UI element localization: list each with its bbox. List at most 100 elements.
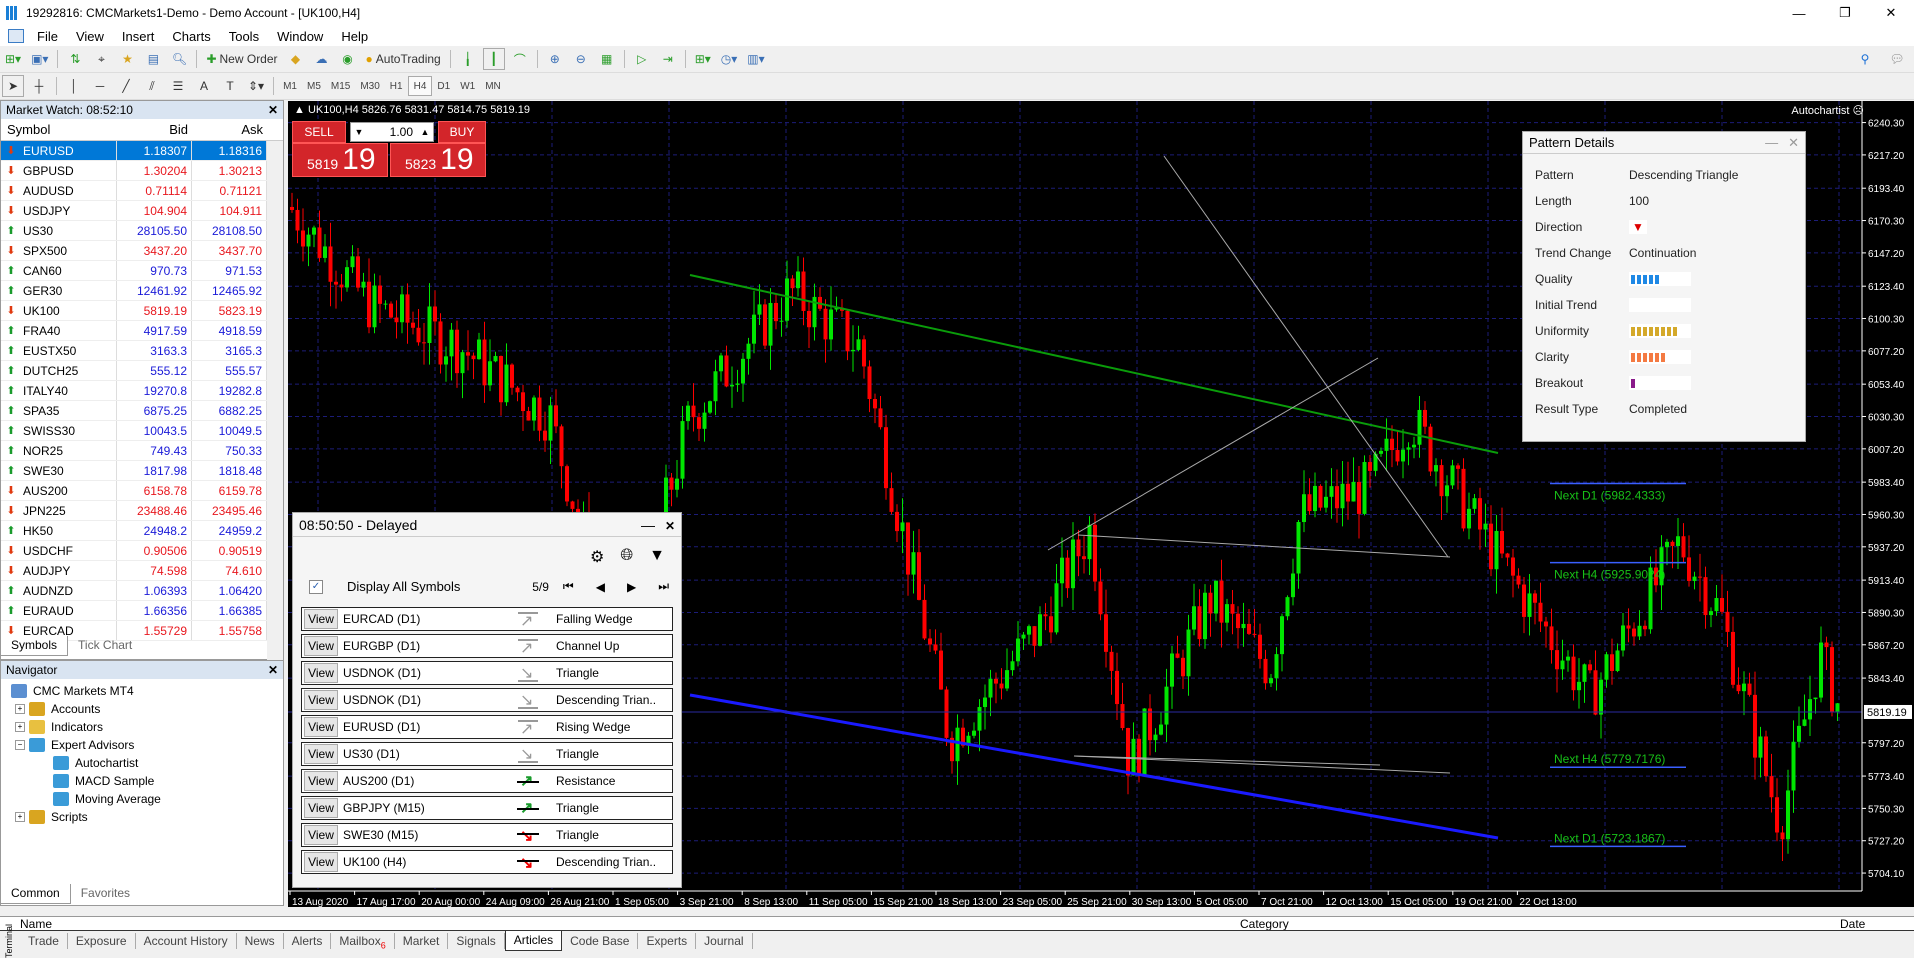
profiles-icon[interactable]: ▣▾ [28,48,51,70]
pattern-row[interactable]: View USDNOK (D1) ↘ Descending Trian.. [301,688,673,712]
expand-icon[interactable]: + [15,812,25,822]
lot-increase-icon[interactable]: ▲ [417,127,433,137]
sell-button[interactable]: SELL [292,121,346,143]
restore-button[interactable]: ❐ [1822,0,1868,26]
navigator-item[interactable]: MACD Sample [1,772,283,790]
horizontal-line-icon[interactable]: ─ [89,75,111,97]
market-watch-row[interactable]: ⬇ USDCHF 0.90506 0.90519 [1,541,283,561]
expand-icon[interactable]: + [15,704,25,714]
market-watch-row[interactable]: ⬆ US30 28105.50 28108.50 [1,221,283,241]
market-watch-row[interactable]: ⬇ EURUSD 1.18307 1.18316 [1,141,283,161]
search-icon[interactable]: ⚲ [1854,48,1876,70]
auto-scroll-icon[interactable]: ▷ [631,48,653,70]
market-watch-row[interactable]: ⬇ AUDJPY 74.598 74.610 [1,561,283,581]
chart-shift-icon[interactable]: ⇥ [657,48,679,70]
crosshair-icon[interactable]: ┼ [28,75,50,97]
filter-icon[interactable]: ▼ [649,547,665,567]
market-watch-row[interactable]: ⬇ SPX500 3437.20 3437.70 [1,241,283,261]
buy-button[interactable]: BUY [438,121,486,143]
terminal-tab-articles[interactable]: Articles [504,930,563,951]
fibonacci-icon[interactable]: ☰ [167,75,189,97]
expand-icon[interactable]: − [15,740,25,750]
market-watch-row[interactable]: ⬆ SWISS30 10043.5 10049.5 [1,421,283,441]
arrows-icon[interactable]: ⇕▾ [245,75,267,97]
market-watch-row[interactable]: ⬆ CAN60 970.73 971.53 [1,261,283,281]
terminal-tab-alerts[interactable]: Alerts [284,932,332,949]
terminal-tab-code-base[interactable]: Code Base [562,932,639,949]
signals-icon[interactable]: ◉ [337,48,359,70]
market-watch-row[interactable]: ⬆ EUSTX50 3163.3 3165.3 [1,341,283,361]
lot-size-input[interactable]: ▼ 1.00 ▲ [350,122,434,142]
trendline-icon[interactable]: ╱ [115,75,137,97]
timeframe-h4[interactable]: H4 [407,76,433,96]
templates-icon[interactable]: ▥▾ [744,48,767,70]
terminal-tab-mailbox[interactable]: Mailbox6 [331,932,395,950]
timeframe-m5[interactable]: M5 [302,76,326,96]
terminal-tab-account-history[interactable]: Account History [136,932,237,949]
settings-gear-icon[interactable]: ⚙ [590,547,604,567]
vps-icon[interactable]: ☁ [311,48,333,70]
navigator-item[interactable]: + Indicators [1,718,283,736]
buy-price[interactable]: 5823 19 [390,143,486,177]
menu-view[interactable]: View [67,29,113,44]
lot-decrease-icon[interactable]: ▼ [351,127,367,137]
line-chart-icon[interactable]: ⌒ [509,48,531,70]
close-details-icon[interactable]: ✕ [1788,135,1799,150]
view-button[interactable]: View [304,690,338,710]
market-watch-row[interactable]: ⬆ ITALY40 19270.8 19282.8 [1,381,283,401]
terminal-tab-trade[interactable]: Trade [20,932,68,949]
timeframe-m1[interactable]: M1 [278,76,302,96]
timeframe-m30[interactable]: M30 [355,76,384,96]
periods-icon[interactable]: ◷▾ [718,48,741,70]
mdi-window-icon[interactable] [8,29,24,43]
view-button[interactable]: View [304,825,338,845]
tab-common[interactable]: Common [0,884,71,904]
timeframe-h1[interactable]: H1 [385,76,408,96]
minimize-details-icon[interactable]: — [1765,135,1778,150]
timeframe-m15[interactable]: M15 [326,76,355,96]
terminal-tab-exposure[interactable]: Exposure [68,932,136,949]
timeframe-mn[interactable]: MN [480,76,506,96]
view-button[interactable]: View [304,636,338,656]
view-button[interactable]: View [304,771,338,791]
market-watch-row[interactable]: ⬆ DUTCH25 555.12 555.57 [1,361,283,381]
bar-chart-icon[interactable]: ╽ [457,48,479,70]
terminal-tab-journal[interactable]: Journal [696,932,753,949]
navigator-item[interactable]: + Scripts [1,808,283,826]
display-all-checkbox[interactable]: ✓ [309,579,323,594]
col-bid[interactable]: Bid [117,122,192,137]
close-market-watch-icon[interactable]: ✕ [268,103,278,117]
candlestick-icon[interactable]: ┃ [482,48,505,70]
market-watch-icon[interactable]: ⇅ [64,48,86,70]
col-ask[interactable]: Ask [192,122,267,137]
terminal-tab-market[interactable]: Market [395,932,449,949]
cursor-icon[interactable]: ➤ [2,75,24,97]
pattern-row[interactable]: View EURUSD (D1) ↗ Rising Wedge [301,715,673,739]
new-chart-icon[interactable]: ⊞▾ [2,48,24,70]
pattern-row[interactable]: View USDNOK (D1) ↘ Triangle [301,661,673,685]
terminal-tab-news[interactable]: News [237,932,284,949]
view-button[interactable]: View [304,717,338,737]
tab-favorites[interactable]: Favorites [71,884,140,904]
market-watch-row[interactable]: ⬇ USDJPY 104.904 104.911 [1,201,283,221]
pattern-row[interactable]: View EURGBP (D1) ↗ Channel Up [301,634,673,658]
autotrading-button[interactable]: ● AutoTrading [363,48,444,70]
market-watch-row[interactable]: ⬆ EURAUD 1.66356 1.66385 [1,601,283,621]
navigator-item[interactable]: CMC Markets MT4 [1,682,283,700]
last-page-icon[interactable]: ⏭ [658,579,669,594]
view-button[interactable]: View [304,609,338,629]
view-button[interactable]: View [304,798,338,818]
zoom-in-icon[interactable]: ⊕ [544,48,566,70]
col-name[interactable]: Name [20,917,1240,931]
metaeditor-icon[interactable]: ◆ [285,48,307,70]
zoom-out-icon[interactable]: ⊖ [570,48,592,70]
text-icon[interactable]: A [193,75,215,97]
navigator-item[interactable]: − Expert Advisors [1,736,283,754]
market-watch-row[interactable]: ⬆ NOR25 749.43 750.33 [1,441,283,461]
data-window-icon[interactable]: ⌖ [90,48,112,70]
market-watch-row[interactable]: ⬇ AUS200 6158.78 6159.78 [1,481,283,501]
pattern-row[interactable]: View EURCAD (D1) ↗ Falling Wedge [301,607,673,631]
menu-insert[interactable]: Insert [113,29,164,44]
close-window-button[interactable]: ✕ [1868,0,1914,26]
equidistant-channel-icon[interactable]: ⫽ [141,75,163,97]
